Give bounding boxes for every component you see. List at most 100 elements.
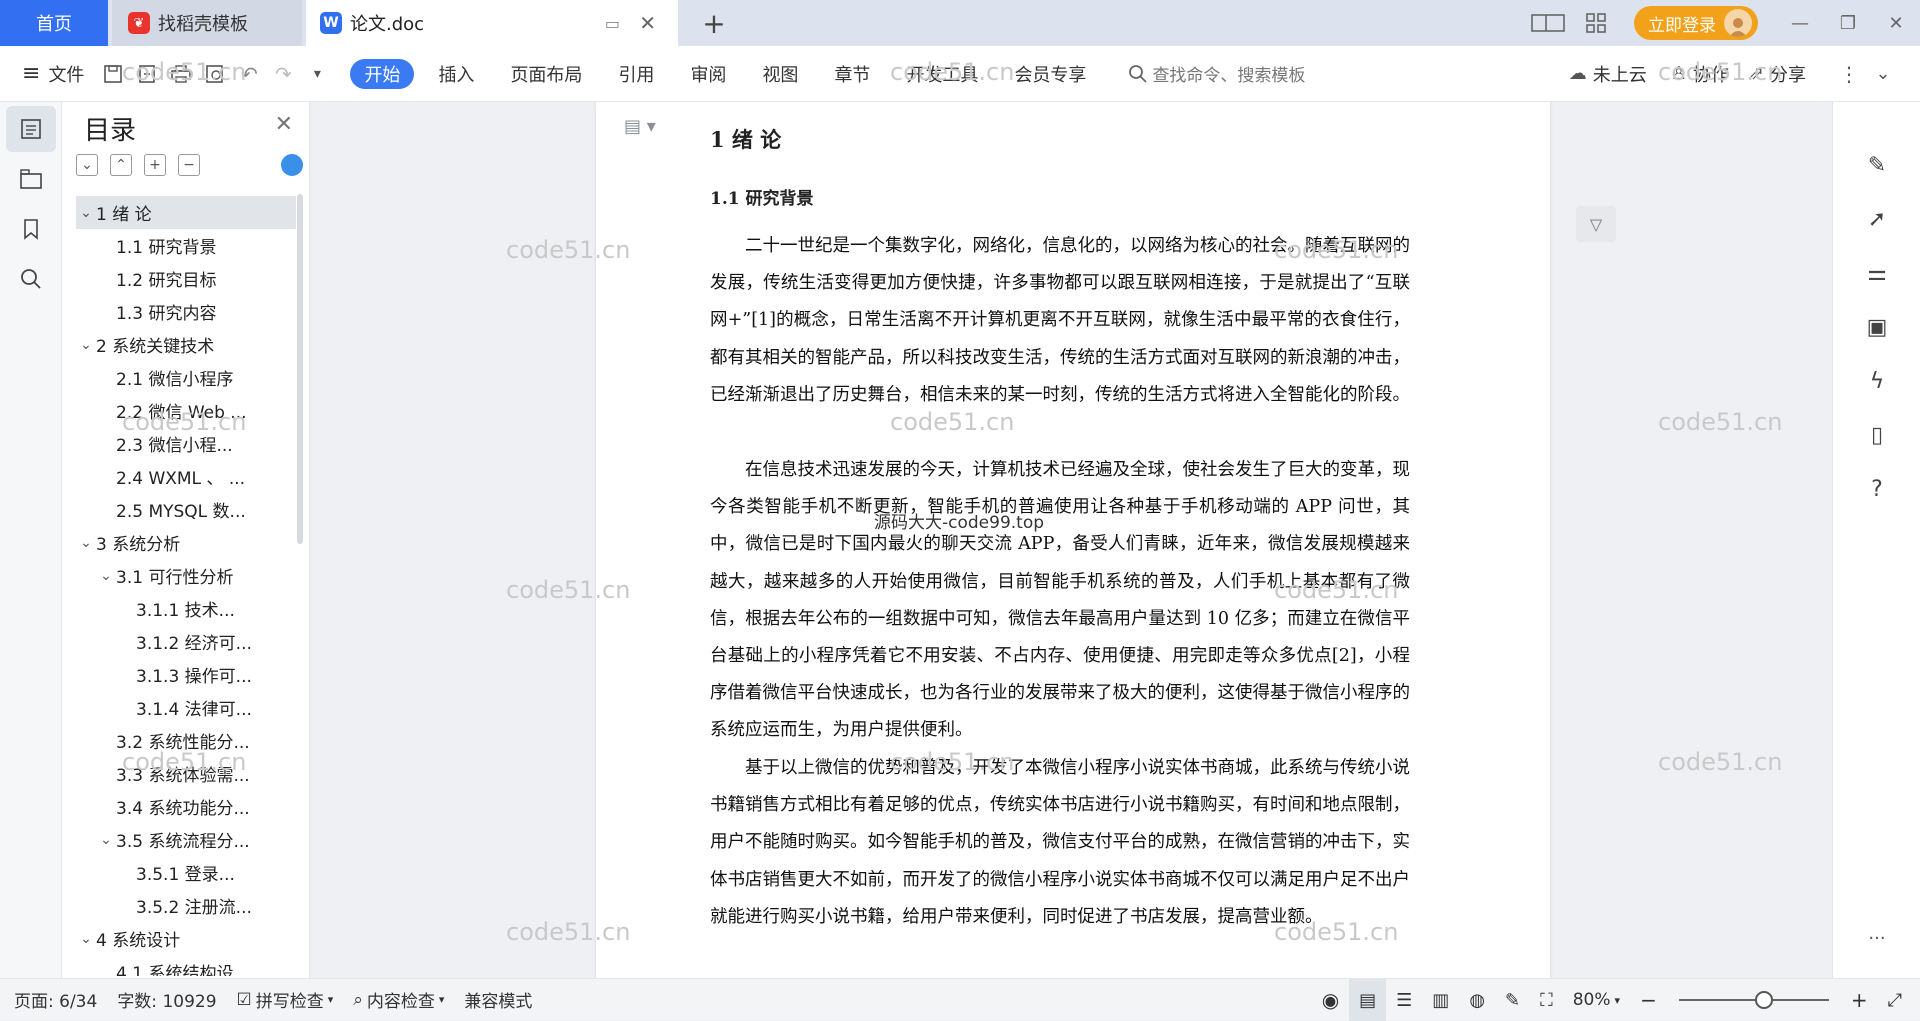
collapse-ribbon-icon[interactable]: ⌄ <box>1866 46 1900 102</box>
chevron-down-icon[interactable]: ⌄ <box>76 931 96 947</box>
toc-item[interactable]: 2.2 微信 Web ... <box>76 394 296 427</box>
toc-item[interactable]: ⌄ 3.1 可行性分析 <box>76 559 296 592</box>
more-tools-icon[interactable]: ··· <box>1833 928 1920 949</box>
write-mode-icon[interactable]: ✎ <box>1495 979 1530 1021</box>
zoom-slider[interactable] <box>1678 991 1829 1009</box>
menu-chapter[interactable]: 章节 <box>816 46 888 102</box>
bookmark-button[interactable] <box>6 206 56 252</box>
quick-access-dropdown-icon[interactable]: ▾ <box>300 46 334 102</box>
menu-insert[interactable]: 插入 <box>420 46 492 102</box>
collaborate-button[interactable]: ♙ 协作 <box>1671 46 1729 102</box>
read-tool-button[interactable]: ▯ <box>1833 408 1920 462</box>
spell-check-button[interactable]: ☑ 拼写检查 ▾ <box>227 979 344 1021</box>
chevron-down-icon[interactable]: ⌄ <box>76 535 96 551</box>
web-view-icon[interactable]: ◍ <box>1459 979 1495 1021</box>
monitor-icon[interactable]: ▭ <box>605 14 620 33</box>
toc-item[interactable]: ⌄ 4 系统设计 <box>76 922 296 955</box>
menu-page-layout[interactable]: 页面布局 <box>492 46 600 102</box>
zoom-level[interactable]: 80% ▾ <box>1563 979 1630 1021</box>
toc-item[interactable]: 3.1.1 技术... <box>76 592 296 625</box>
image-tool-button[interactable]: ▣ <box>1833 300 1920 354</box>
tab-document[interactable]: W 论文.doc ▭ ✕ <box>306 0 678 46</box>
toc-item[interactable]: 3.5.1 登录... <box>76 856 296 889</box>
expand-down-icon[interactable]: ⌄ <box>76 154 98 176</box>
document-page[interactable]: ▤ ▾ 1 绪 论 1.1 研究背景 二十一世纪是一个集数字化，网络化，信息化的… <box>596 102 1550 978</box>
chevron-down-icon[interactable]: ⌄ <box>76 205 96 221</box>
undo-icon[interactable]: ↶ <box>232 46 266 102</box>
toc-item[interactable]: 3.2 系统性能分... <box>76 724 296 757</box>
login-button[interactable]: 立即登录 <box>1634 6 1758 40</box>
toc-item[interactable]: 2.4 WXML 、 ... <box>76 460 296 493</box>
restore-icon[interactable]: ❐ <box>1824 0 1872 46</box>
menu-developer[interactable]: 开发工具 <box>888 46 996 102</box>
layout-icon[interactable] <box>1524 0 1572 46</box>
menu-start[interactable]: 开始 <box>350 58 415 89</box>
toc-item[interactable]: 3.1.2 经济可... <box>76 625 296 658</box>
menu-review[interactable]: 审阅 <box>672 46 744 102</box>
save-icon[interactable] <box>96 46 130 102</box>
add-level-icon[interactable]: + <box>144 154 166 176</box>
close-window-icon[interactable]: ✕ <box>1872 0 1920 46</box>
tab-daoke-templates[interactable]: ❦ 找稻壳模板 <box>112 0 302 46</box>
fullscreen-icon[interactable]: ⤢ <box>1878 979 1920 1021</box>
zoom-out-icon[interactable]: − <box>1630 979 1667 1021</box>
pen-tool-button[interactable]: ✎ <box>1833 138 1920 192</box>
word-count[interactable]: 字数: 10929 <box>107 979 226 1021</box>
toc-item[interactable]: 2.5 MYSQL 数... <box>76 493 296 526</box>
print-icon[interactable] <box>164 46 198 102</box>
page-view-icon[interactable]: ▤ <box>1349 979 1387 1021</box>
grid-apps-icon[interactable] <box>1572 0 1620 46</box>
adjust-tool-button[interactable]: ⚌ <box>1833 246 1920 300</box>
remove-level-icon[interactable]: − <box>178 154 200 176</box>
toc-item[interactable]: 1.2 研究目标 <box>76 262 296 295</box>
toc-item[interactable]: ⌄ 3 系统分析 <box>76 526 296 559</box>
tab-home[interactable]: 首页 <box>0 0 108 46</box>
toc-item[interactable]: 3.3 系统体验需... <box>76 757 296 790</box>
close-tab-icon[interactable]: ✕ <box>639 11 656 35</box>
menu-view[interactable]: 视图 <box>744 46 816 102</box>
zoom-in-icon[interactable]: + <box>1841 979 1878 1021</box>
toc-item[interactable]: 3.5.2 注册流... <box>76 889 296 922</box>
more-icon[interactable]: ⋮ <box>1832 46 1866 102</box>
print-preview-icon[interactable] <box>198 46 232 102</box>
toc-item[interactable]: ⌄ 2 系统关键技术 <box>76 328 296 361</box>
toc-item[interactable]: 2.1 微信小程序 <box>76 361 296 394</box>
minimize-icon[interactable]: — <box>1776 0 1824 46</box>
new-tab-button[interactable]: + <box>692 0 736 46</box>
toc-item[interactable]: 3.4 系统功能分... <box>76 790 296 823</box>
filter-collapse-icon[interactable]: ▽ <box>1576 206 1616 242</box>
command-search[interactable]: 查找命令、搜索模板 <box>1128 46 1305 102</box>
file-menu[interactable]: ≡ 文件 <box>0 46 96 102</box>
help-button[interactable]: ? <box>1833 462 1920 516</box>
zoom-slider-knob[interactable] <box>1754 991 1773 1009</box>
fit-page-icon[interactable]: ⛶ <box>1530 979 1563 1021</box>
redo-icon[interactable]: ↷ <box>266 46 300 102</box>
menu-references[interactable]: 引用 <box>600 46 672 102</box>
page-indicator[interactable]: 页面: 6/34 <box>0 979 107 1021</box>
toc-item[interactable]: 1.1 研究背景 <box>76 229 296 262</box>
chevron-down-icon[interactable]: ⌄ <box>96 568 116 584</box>
chevron-down-icon[interactable]: ⌄ <box>76 337 96 353</box>
find-button[interactable] <box>6 256 56 302</box>
toc-item[interactable]: 4.1 系统结构设... <box>76 955 296 976</box>
document-menu-icon[interactable]: ▤ ▾ <box>624 116 656 137</box>
toc-panel-button[interactable] <box>6 106 56 152</box>
collapse-up-icon[interactable]: ⌃ <box>110 154 132 176</box>
toc-item[interactable]: 1.3 研究内容 <box>76 295 296 328</box>
content-check-button[interactable]: ⌕ 内容检查 ▾ <box>343 979 454 1021</box>
toc-item[interactable]: ⌄ 1 绪 论 <box>76 196 296 229</box>
chapter-nav-button[interactable] <box>6 156 56 202</box>
toc-scrollbar[interactable] <box>297 194 303 544</box>
toc-item[interactable]: 2.3 微信小程... <box>76 427 296 460</box>
export-icon[interactable] <box>130 46 164 102</box>
close-icon[interactable]: ✕ <box>275 112 293 137</box>
toc-item[interactable]: 3.1.4 法律可... <box>76 691 296 724</box>
share-button[interactable]: ⇗ 分享 <box>1749 46 1806 102</box>
lightning-tool-button[interactable]: ϟ <box>1833 354 1920 408</box>
eye-protection-icon[interactable]: ◉ <box>1312 979 1349 1021</box>
cloud-status[interactable]: ☁ 未上云 <box>1569 46 1647 102</box>
toc-item[interactable]: ⌄ 3.5 系统流程分... <box>76 823 296 856</box>
menu-member[interactable]: 会员专享 <box>996 46 1104 102</box>
select-tool-button[interactable]: ➚ <box>1833 192 1920 246</box>
outline-view-icon[interactable]: ☰ <box>1386 979 1422 1021</box>
